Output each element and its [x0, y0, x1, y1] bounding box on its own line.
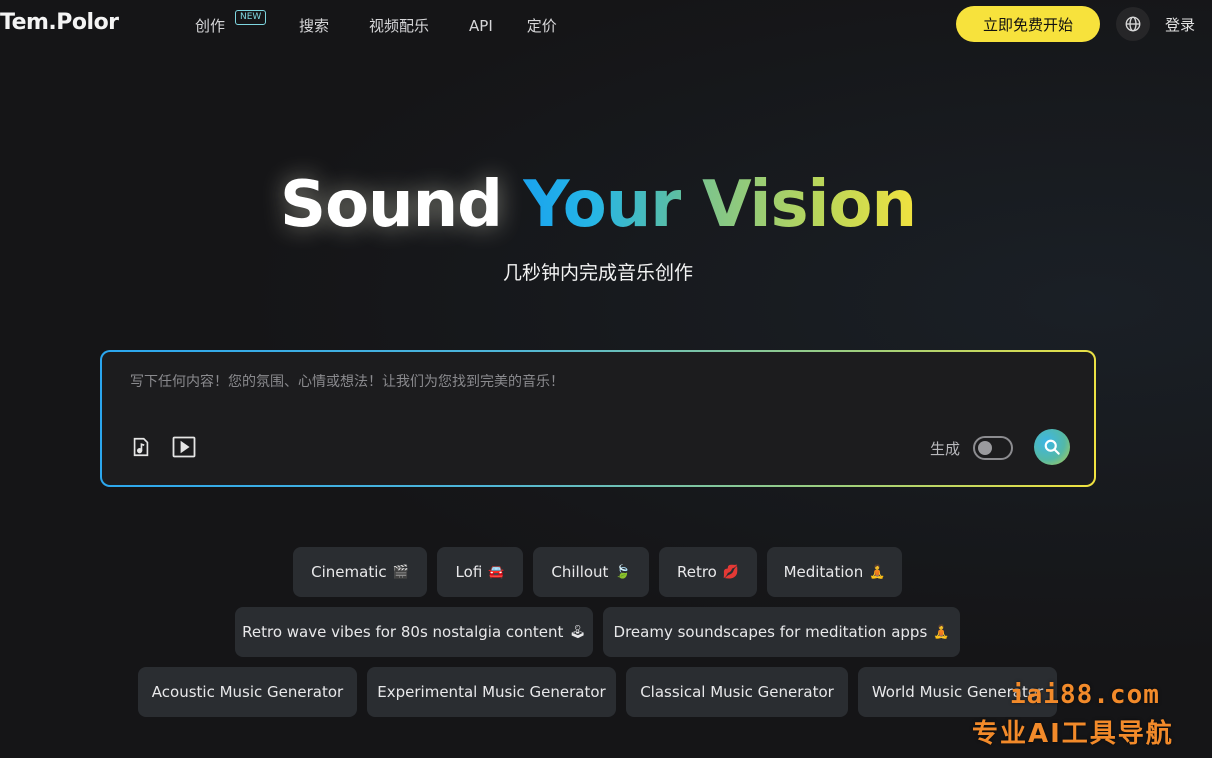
play-icon [172, 436, 196, 458]
watermark-tagline: 专业AI工具导航 [972, 719, 1174, 749]
lips-icon: 💋 [722, 564, 740, 580]
add-music-button[interactable] [130, 436, 152, 458]
chip-chillout[interactable]: Chillout 🍃 [533, 547, 649, 597]
meditation-icon: 🧘 [933, 624, 950, 640]
clapper-icon: 🎬 [392, 564, 409, 580]
nav-item-video-music[interactable]: 视频配乐 [369, 15, 429, 36]
car-icon: 🚘 [488, 564, 505, 580]
watermark-domain: iai88.com [1010, 680, 1160, 710]
chip-retro[interactable]: Retro 💋 [659, 547, 757, 597]
prompt-box: 生成 [100, 350, 1096, 487]
chip-lofi[interactable]: Lofi 🚘 [437, 547, 523, 597]
hero-title-word-vision: Vision [702, 168, 917, 242]
chip-label: Classical Music Generator [640, 683, 834, 701]
main-nav: 创作 NEW 搜索 视频配乐 API 定价 [195, 10, 557, 36]
prompt-input[interactable] [130, 374, 1030, 390]
chip-dreamy-soundscapes[interactable]: Dreamy soundscapes for meditation apps 🧘 [603, 607, 960, 657]
chip-label: Meditation [783, 563, 864, 581]
chip-label: Lofi [455, 563, 483, 581]
chip-acoustic-generator[interactable]: Acoustic Music Generator [138, 667, 357, 717]
logo[interactable]: Tem.Polor [0, 10, 119, 35]
chip-cinematic[interactable]: Cinematic 🎬 [293, 547, 427, 597]
start-free-button[interactable]: 立即免费开始 [956, 6, 1100, 42]
chip-label: Retro [676, 563, 717, 581]
chip-experimental-generator[interactable]: Experimental Music Generator [367, 667, 616, 717]
meditation-icon: 🧘 [869, 564, 886, 580]
generate-label: 生成 [930, 440, 961, 458]
toggle-knob [978, 441, 992, 455]
chip-label: Retro wave vibes for 80s nostalgia conte… [242, 623, 564, 641]
chip-classical-generator[interactable]: Classical Music Generator [626, 667, 848, 717]
nav-create-label: 创作 [195, 17, 226, 35]
search-button[interactable] [1034, 429, 1070, 465]
top-navbar: Tem.Polor 创作 NEW 搜索 视频配乐 API 定价 立即免费开始 登… [0, 0, 1212, 50]
nav-item-create[interactable]: 创作 NEW [195, 10, 267, 36]
chip-label: Cinematic [311, 563, 387, 581]
chip-meditation[interactable]: Meditation 🧘 [767, 547, 902, 597]
chip-label: Experimental Music Generator [377, 683, 606, 701]
hero-title: Sound Your Vision [0, 165, 1196, 245]
prompt-inner: 生成 [102, 352, 1094, 485]
globe-icon [1125, 16, 1141, 32]
joystick-icon: 🕹 [569, 624, 586, 640]
language-button[interactable] [1116, 7, 1150, 41]
generate-toggle[interactable] [973, 436, 1013, 460]
new-badge: NEW [235, 10, 267, 25]
login-link[interactable]: 登录 [1165, 14, 1195, 35]
nav-item-search[interactable]: 搜索 [299, 15, 329, 36]
nav-item-api[interactable]: API [469, 17, 493, 35]
nav-item-pricing[interactable]: 定价 [527, 15, 557, 36]
add-video-button[interactable] [172, 436, 196, 458]
hero-title-word-sound: Sound [279, 168, 503, 242]
chip-retro-wave[interactable]: Retro wave vibes for 80s nostalgia conte… [235, 607, 593, 657]
hero-subtitle: 几秒钟内完成音乐创作 [502, 262, 693, 284]
chip-label: Dreamy soundscapes for meditation apps [613, 623, 928, 641]
chip-label: Chillout [551, 563, 609, 581]
music-note-icon [133, 437, 149, 457]
search-icon [1044, 439, 1060, 455]
leaf-icon: 🍃 [614, 564, 631, 580]
hero-title-word-your: Your [523, 168, 682, 242]
chip-label: Acoustic Music Generator [151, 683, 344, 701]
